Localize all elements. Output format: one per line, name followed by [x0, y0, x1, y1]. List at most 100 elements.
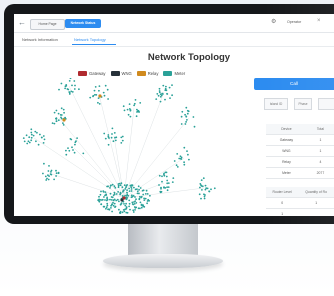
topology-node[interactable]	[159, 100, 162, 103]
topology-node[interactable]	[65, 153, 68, 156]
topology-node[interactable]	[98, 85, 101, 87]
topology-node[interactable]	[95, 94, 98, 96]
topology-node[interactable]	[57, 119, 60, 122]
tab-network-information[interactable]: Network Information	[22, 37, 58, 42]
topology-node[interactable]	[70, 90, 73, 93]
topology-node[interactable]	[128, 190, 131, 192]
topology-node[interactable]	[140, 195, 143, 198]
topology-node[interactable]	[104, 199, 106, 201]
topology-node[interactable]	[22, 137, 25, 139]
topology-node[interactable]	[167, 186, 170, 188]
topology-node[interactable]	[157, 94, 160, 97]
topology-node[interactable]	[76, 137, 78, 139]
topology-node[interactable]	[208, 190, 211, 193]
topology-node[interactable]	[166, 179, 169, 182]
topology-node[interactable]	[64, 85, 67, 88]
topology-node[interactable]	[140, 206, 143, 209]
topology-node[interactable]	[163, 186, 165, 189]
topology-node[interactable]	[129, 184, 132, 187]
topology-node[interactable]	[55, 175, 57, 177]
topology-node[interactable]	[180, 115, 183, 118]
topology-node[interactable]	[122, 189, 125, 192]
topology-node[interactable]	[112, 199, 115, 202]
topology-node[interactable]	[137, 207, 140, 210]
topology-node[interactable]	[143, 206, 146, 208]
topology-node[interactable]	[143, 197, 146, 200]
topology-node[interactable]	[39, 133, 41, 136]
topology-node[interactable]	[30, 136, 33, 139]
topology-node[interactable]	[58, 88, 60, 91]
topology-node[interactable]	[165, 175, 168, 178]
topology-node[interactable]	[28, 141, 31, 144]
topology-node[interactable]	[53, 122, 56, 125]
topology-node[interactable]	[200, 185, 203, 187]
topology-node[interactable]	[37, 143, 40, 146]
table-row[interactable]: WNG 1	[266, 145, 334, 157]
topology-node[interactable]	[34, 130, 37, 133]
topology-node[interactable]	[187, 153, 189, 156]
topology-node[interactable]	[144, 197, 147, 200]
topology-node[interactable]	[102, 91, 105, 94]
topology-node[interactable]	[188, 158, 190, 161]
topology-node[interactable]	[161, 175, 163, 178]
topology-node[interactable]	[68, 92, 71, 94]
tab-network-topology[interactable]: Network Topology	[74, 37, 106, 42]
topology-node[interactable]	[41, 136, 43, 139]
topology-node[interactable]	[128, 187, 130, 190]
topology-node[interactable]	[44, 175, 47, 178]
topology-node[interactable]	[92, 94, 95, 97]
topology-node[interactable]	[201, 189, 203, 191]
topology-node[interactable]	[123, 210, 126, 213]
topology-node[interactable]	[137, 110, 140, 113]
topology-node[interactable]	[127, 113, 130, 116]
topology-node[interactable]	[32, 134, 35, 137]
topology-node[interactable]	[60, 107, 63, 110]
topology-node[interactable]	[72, 149, 74, 151]
topology-node[interactable]	[101, 198, 104, 201]
topology-node[interactable]	[98, 200, 101, 203]
topology-node[interactable]	[120, 182, 123, 185]
topology-node[interactable]	[74, 84, 76, 87]
topology-node[interactable]	[25, 134, 28, 137]
topology-node[interactable]	[118, 182, 121, 185]
topology-node[interactable]	[183, 161, 186, 164]
topology-node[interactable]	[192, 116, 195, 118]
topology-node[interactable]	[107, 185, 109, 188]
topology-node[interactable]	[205, 187, 208, 190]
topology-node[interactable]	[55, 120, 58, 123]
topology-node[interactable]	[123, 203, 125, 205]
topology-node[interactable]	[179, 155, 182, 158]
topology-node[interactable]	[133, 102, 136, 105]
topology-node[interactable]	[176, 166, 179, 168]
topology-node[interactable]	[139, 102, 142, 104]
topology-node[interactable]	[133, 186, 135, 189]
topology-node[interactable]	[129, 208, 131, 211]
topology-node[interactable]	[165, 85, 167, 88]
topology-node[interactable]	[119, 193, 121, 196]
topology-node[interactable]	[166, 182, 169, 185]
topology-node[interactable]	[166, 186, 169, 189]
topology-node[interactable]	[171, 94, 174, 97]
topology-node[interactable]	[158, 90, 161, 92]
topology-node[interactable]	[112, 194, 115, 197]
topology-node[interactable]	[69, 138, 72, 140]
topology-node[interactable]	[203, 197, 206, 200]
topology-node[interactable]	[114, 186, 117, 189]
topology-node[interactable]	[180, 123, 183, 125]
topology-node[interactable]	[53, 111, 56, 114]
topology-node[interactable]	[183, 163, 186, 166]
topology-node[interactable]	[200, 179, 203, 181]
topology-node[interactable]	[129, 109, 132, 112]
topology-node[interactable]	[67, 147, 69, 149]
topology-node[interactable]	[35, 140, 37, 143]
topology-node[interactable]	[185, 115, 188, 118]
phase-select[interactable]: Phase	[294, 98, 312, 110]
topology-node[interactable]	[158, 87, 161, 90]
topology-node[interactable]	[158, 174, 161, 177]
topology-node[interactable]	[42, 172, 44, 175]
topology-node[interactable]	[43, 162, 45, 165]
topology-node[interactable]	[169, 97, 171, 99]
topology-node[interactable]	[113, 202, 116, 205]
topology-node[interactable]	[122, 105, 125, 108]
topology-node[interactable]	[102, 190, 105, 192]
